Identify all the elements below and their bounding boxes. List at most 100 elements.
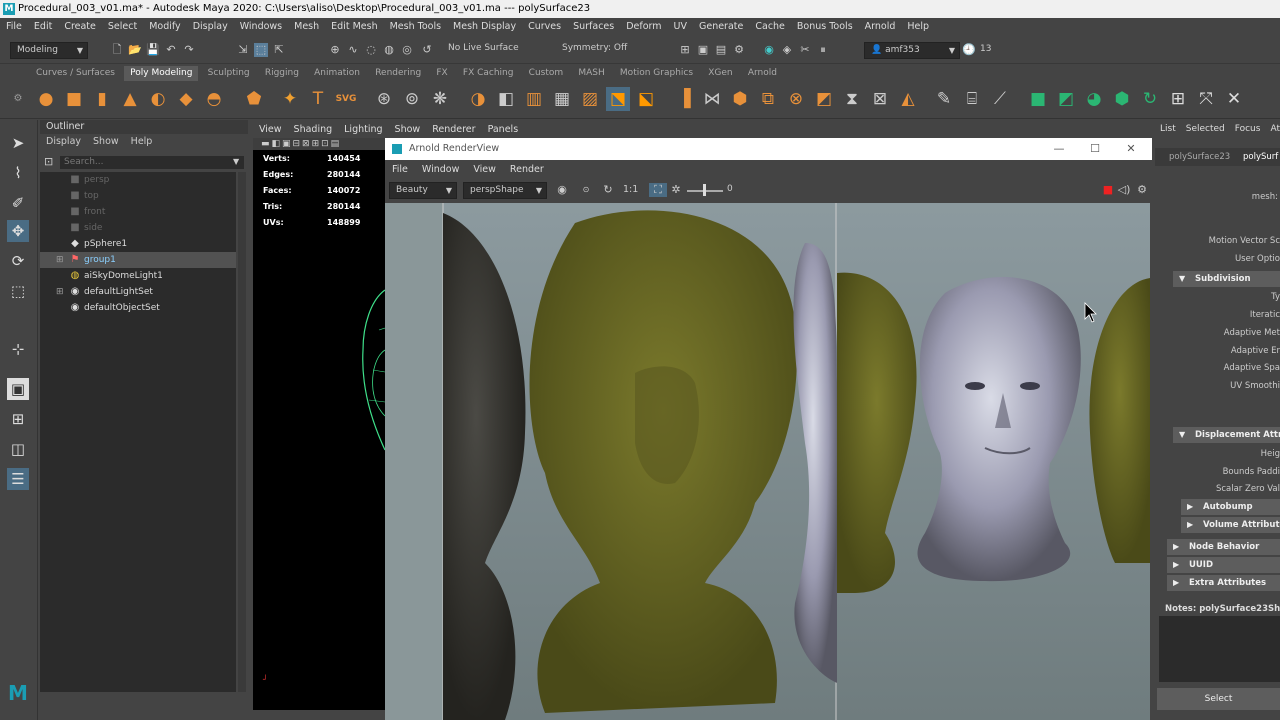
node-tab-polysurface23[interactable]: polySurface23 xyxy=(1169,152,1230,162)
poke-icon[interactable]: ◩ xyxy=(812,87,836,111)
menu-file[interactable]: File xyxy=(0,18,28,36)
single-perspective-view-icon[interactable]: ▣ xyxy=(7,378,29,400)
uv-cut-icon[interactable]: ⤧ xyxy=(1194,87,1218,111)
menu-select[interactable]: Select xyxy=(102,18,143,36)
tab-fx[interactable]: FX xyxy=(430,66,453,81)
ae-tab-focus[interactable]: Focus xyxy=(1230,120,1266,138)
tab-motion-graphics[interactable]: Motion Graphics xyxy=(614,66,699,81)
menu-mesh-tools[interactable]: Mesh Tools xyxy=(384,18,447,36)
multi-cut-icon[interactable]: ▐ xyxy=(672,87,696,111)
node-tab-polysurface-shape[interactable]: polySurf xyxy=(1243,152,1278,162)
menu-bonus-tools[interactable]: Bonus Tools xyxy=(791,18,859,36)
hypershade-icon[interactable]: ◈ xyxy=(780,43,794,57)
outliner-search-input[interactable]: Search... xyxy=(60,156,244,169)
viewport-3d[interactable]: Verts: 140454 Edges: 280144 Faces: 140072 T… xyxy=(253,150,385,710)
select-component-icon[interactable]: ⇱ xyxy=(272,43,286,57)
outliner-item-default-object-set[interactable]: ◉ defaultObjectSet xyxy=(40,300,236,316)
volume-attributes-section[interactable]: ▶Volume Attributes xyxy=(1181,517,1280,533)
viewport-menu-shading[interactable]: Shading xyxy=(288,122,339,138)
viewport-menu-show[interactable]: Show xyxy=(389,122,427,138)
refresh-icon[interactable]: ↻ xyxy=(601,183,615,197)
tab-arnold[interactable]: Arnold xyxy=(742,66,783,81)
combine-icon[interactable]: ⊛ xyxy=(372,87,396,111)
viewport-menu-renderer[interactable]: Renderer xyxy=(426,122,481,138)
edit-edge-flow-icon[interactable]: ⌸ xyxy=(960,87,984,111)
bevel-icon[interactable]: ⬔ xyxy=(606,87,630,111)
select-hierarchy-icon[interactable]: ⇲ xyxy=(236,43,250,57)
shelf-menu-icon[interactable]: ⚙ xyxy=(6,87,30,111)
super-shape-icon[interactable]: ✦ xyxy=(278,87,302,111)
menu-edit[interactable]: Edit xyxy=(28,18,58,36)
show-manipulator-icon[interactable]: ⊹ xyxy=(7,338,29,360)
poly-disc-icon[interactable]: ◓ xyxy=(202,87,226,111)
exposure-icon[interactable]: ✲ xyxy=(669,183,683,197)
svg-tool-icon[interactable]: SVG xyxy=(334,87,358,111)
ipr-render-icon[interactable]: ▤ xyxy=(714,43,728,57)
menu-cache[interactable]: Cache xyxy=(749,18,791,36)
renderview-menu-file[interactable]: File xyxy=(385,162,415,178)
select-object-icon[interactable]: ⬚ xyxy=(254,43,268,57)
menu-mesh[interactable]: Mesh xyxy=(288,18,325,36)
render-settings-icon[interactable]: ⚙ xyxy=(732,43,746,57)
uv-editor-icon[interactable]: ✂ xyxy=(798,43,812,57)
tab-animation[interactable]: Animation xyxy=(308,66,366,81)
uv-layout-icon[interactable]: ⊞ xyxy=(1166,87,1190,111)
edge-loop-icon[interactable]: ⋈ xyxy=(700,87,724,111)
bridge-icon[interactable]: ▨ xyxy=(578,87,602,111)
menu-display[interactable]: Display xyxy=(187,18,234,36)
viewport-menu-lighting[interactable]: Lighting xyxy=(338,122,388,138)
outliner-item-side[interactable]: ■ side xyxy=(40,220,236,236)
extrude-icon[interactable]: ⬕ xyxy=(634,87,658,111)
tab-rendering[interactable]: Rendering xyxy=(369,66,427,81)
crop-region-icon[interactable]: ⛶ xyxy=(649,183,667,197)
extract-icon[interactable]: ▥ xyxy=(522,87,546,111)
user-account-dropdown[interactable]: 👤 amf353 ▼ xyxy=(864,42,960,59)
outliner-item-skydome[interactable]: ◍ aiSkyDomeLight1 xyxy=(40,268,236,284)
sound-icon[interactable]: ◁) xyxy=(1117,183,1131,197)
ae-tab-attributes[interactable]: At xyxy=(1265,120,1280,138)
uv-sew-icon[interactable]: ✕ xyxy=(1222,87,1246,111)
pause-viewport-icon[interactable]: ⏸ xyxy=(816,43,830,57)
stop-render-icon[interactable]: ■ xyxy=(1101,183,1115,197)
ae-tab-list[interactable]: List xyxy=(1155,120,1181,138)
snap-point-icon[interactable]: ◌ xyxy=(364,43,378,57)
renderview-menu-view[interactable]: View xyxy=(466,162,503,178)
make-live-icon[interactable]: ↺ xyxy=(420,43,434,57)
tab-xgen[interactable]: XGen xyxy=(702,66,738,81)
boolean-icon[interactable]: ◑ xyxy=(466,87,490,111)
new-scene-icon[interactable]: 🗋 xyxy=(110,43,124,57)
outliner-menu-show[interactable]: Show xyxy=(87,134,125,150)
snap-surface-icon[interactable]: ◎ xyxy=(400,43,414,57)
snap-curve-icon[interactable]: ∿ xyxy=(346,43,360,57)
rgb-channels-icon[interactable]: ⊙ xyxy=(579,183,593,197)
camera-dropdown[interactable]: perspShape ▼ xyxy=(463,182,547,199)
uv-unfold-icon[interactable]: ↻ xyxy=(1138,87,1162,111)
menu-help[interactable]: Help xyxy=(901,18,935,36)
uuid-section[interactable]: ▶ UUID xyxy=(1167,557,1280,573)
menu-surfaces[interactable]: Surfaces xyxy=(567,18,620,36)
tab-sculpting[interactable]: Sculpting xyxy=(202,66,256,81)
type-tool-icon[interactable]: T xyxy=(306,87,330,111)
circularize-icon[interactable]: ⊠ xyxy=(868,87,892,111)
outliner-scrollbar[interactable] xyxy=(238,172,246,692)
expand-icon[interactable]: ⊞ xyxy=(56,284,64,300)
tab-poly-modeling[interactable]: Poly Modeling xyxy=(124,66,199,81)
connect-icon[interactable]: ⊗ xyxy=(784,87,808,111)
outliner-item-persp[interactable]: ■ persp xyxy=(40,172,236,188)
render-frame-icon[interactable]: ▣ xyxy=(696,43,710,57)
outliner-item-psphere1[interactable]: ◆ pSphere1 xyxy=(40,236,236,252)
outliner-layout-icon[interactable]: ☰ xyxy=(7,468,29,490)
mirror-icon[interactable]: ◧ xyxy=(494,87,518,111)
slide-edge-icon[interactable]: ⟋ xyxy=(988,87,1012,111)
displacement-section[interactable]: ▼ Displacement Attri xyxy=(1173,427,1280,443)
outliner-item-group1[interactable]: ⊞ ⚑ group1 xyxy=(40,252,236,268)
render-image[interactable] xyxy=(385,203,1150,720)
aov-dropdown[interactable]: Beauty ▼ xyxy=(389,182,457,199)
poly-cone-icon[interactable]: ▲ xyxy=(118,87,142,111)
uv-planar-icon[interactable]: ■ xyxy=(1026,87,1050,111)
menu-modify[interactable]: Modify xyxy=(143,18,186,36)
menu-uv[interactable]: UV xyxy=(668,18,693,36)
tab-custom[interactable]: Custom xyxy=(523,66,569,81)
outliner-menu-display[interactable]: Display xyxy=(40,134,87,150)
poly-cylinder-icon[interactable]: ▮ xyxy=(90,87,114,111)
